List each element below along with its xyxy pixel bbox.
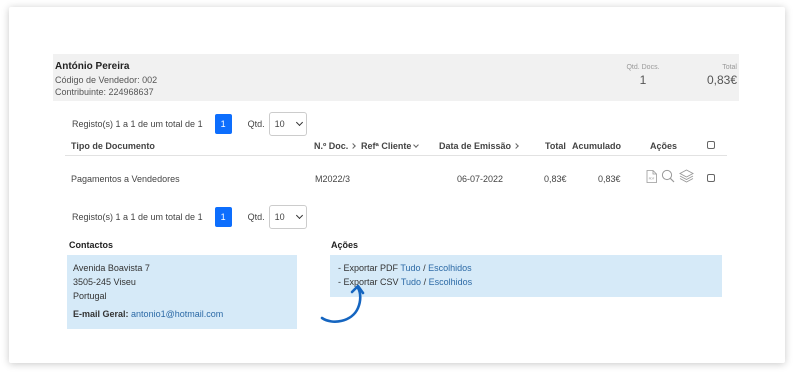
email-label: E-mail Geral: (73, 309, 129, 319)
select-all-checkbox[interactable] (707, 141, 715, 149)
contacts-box: Avenida Boavista 7 3505-245 Viseu Portug… (67, 255, 297, 329)
cell-acumulado: 0,83€ (598, 174, 621, 184)
layers-icon[interactable] (679, 169, 694, 183)
chevron-down-icon (295, 211, 303, 220)
pager-bottom: Registo(s) 1 a 1 de um total de 1 1 Qtd.… (72, 205, 307, 229)
seller-tax-number: Contribuinte: 224968637 (55, 87, 154, 97)
pager-top: Registo(s) 1 a 1 de um total de 1 1 Qtd.… (72, 112, 307, 136)
chevron-right-icon (513, 143, 519, 149)
screenshot-frame: António Pereira Código de Vendedor: 002 … (9, 7, 785, 363)
address-country: Portugal (73, 291, 107, 301)
col-tipo-documento: Tipo de Documento (71, 141, 155, 151)
svg-text:PDF: PDF (649, 176, 655, 180)
table-header: Tipo de Documento N.º Doc. Refª Cliente … (65, 138, 727, 156)
qty-label: Qtd. (247, 212, 265, 222)
col-total: Total (545, 141, 566, 151)
chevron-down-icon (413, 142, 420, 148)
col-acumulado: Acumulado (572, 141, 622, 151)
cell-total: 0,83€ (544, 174, 567, 184)
export-csv-row: - Exportar CSV Tudo / Escolhidos (338, 275, 714, 289)
export-pdf-chosen-link[interactable]: Escolhidos (428, 263, 472, 273)
actions-title: Ações (331, 240, 359, 250)
chevron-right-icon (350, 143, 357, 149)
table-row: Pagamentos a Vendedores M2022/3 06-07-20… (65, 166, 727, 192)
page-button-1[interactable]: 1 (214, 207, 232, 227)
cell-data: 06-07-2022 (457, 174, 504, 184)
seller-card: António Pereira Código de Vendedor: 002 … (53, 54, 739, 329)
seller-name: António Pereira (55, 61, 130, 72)
export-csv-chosen-link[interactable]: Escolhidos (429, 277, 473, 287)
total-value: 0,83€ (706, 73, 737, 87)
chevron-down-icon (295, 118, 303, 127)
qty-select-value: 10 (274, 212, 285, 222)
cell-num: M2022/3 (315, 174, 351, 184)
export-pdf-row: - Exportar PDF Tudo / Escolhidos (338, 261, 714, 275)
email-link[interactable]: antonio1@hotmail.com (131, 309, 223, 319)
docs-count-label: Qtd. Docs. (626, 64, 660, 71)
seller-code: Código de Vendedor: 002 (55, 75, 158, 85)
total-label: Total (722, 64, 737, 71)
address-line-1: Avenida Boavista 7 (73, 263, 150, 273)
actions-box: - Exportar PDF Tudo / Escolhidos - Expor… (330, 255, 722, 297)
col-ref-cliente[interactable]: Refª Cliente (361, 141, 420, 151)
arrow-curve-icon (320, 284, 365, 323)
page-button-1[interactable]: 1 (214, 114, 232, 134)
export-pdf-all-link[interactable]: Tudo (400, 263, 420, 273)
qty-select[interactable]: 10 (268, 112, 307, 136)
seller-header: António Pereira Código de Vendedor: 002 … (53, 54, 739, 101)
email-row: E-mail Geral: antonio1@hotmail.com (73, 307, 291, 321)
col-num-doc[interactable]: N.º Doc. (314, 141, 357, 151)
address-line-2: 3505-245 Viseu (73, 277, 136, 287)
col-acoes: Ações (650, 141, 678, 151)
qty-select-value: 10 (274, 119, 285, 129)
cell-tipo: Pagamentos a Vendedores (71, 174, 180, 184)
contacts-title: Contactos (69, 240, 114, 250)
row-checkbox[interactable] (707, 174, 715, 182)
pager-range-text: Registo(s) 1 a 1 de um total de 1 (72, 212, 203, 222)
separator: / (423, 263, 426, 273)
separator: / (423, 277, 427, 287)
qty-label: Qtd. (247, 119, 265, 129)
col-data-emissao[interactable]: Data de Emissão (439, 141, 519, 151)
qty-select[interactable]: 10 (268, 205, 307, 229)
pager-range-text: Registo(s) 1 a 1 de um total de 1 (72, 119, 203, 129)
pdf-icon[interactable]: PDF (646, 169, 657, 183)
export-pdf-label: - Exportar PDF (338, 263, 399, 273)
row-actions: PDF (646, 169, 694, 183)
docs-count-value: 1 (639, 73, 647, 87)
export-csv-all-link[interactable]: Tudo (401, 277, 421, 287)
search-icon[interactable] (661, 169, 675, 183)
